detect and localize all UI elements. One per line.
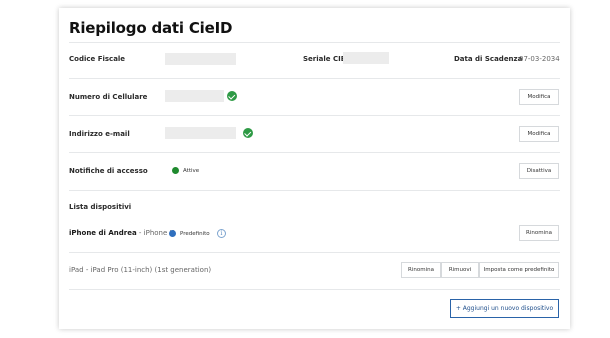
divider	[69, 78, 560, 79]
status-dot	[169, 230, 176, 237]
add-device-button[interactable]: + Aggiungi un nuovo dispositivo	[450, 299, 559, 318]
expiry-value: 07-03-2034	[519, 55, 560, 63]
divider	[69, 252, 560, 253]
email-value-redacted	[165, 127, 236, 139]
set-default-ipad-button[interactable]: Imposta come predefinito	[479, 262, 559, 278]
device-name-ipad: iPad - iPad Pro (11-inch) (1st generatio…	[69, 266, 211, 274]
expiry-label: Data di Scadenza	[454, 55, 523, 63]
rename-iphone-button[interactable]: Rinomina	[519, 225, 559, 241]
rename-ipad-button[interactable]: Rinomina	[401, 262, 441, 278]
serial-value-redacted	[343, 52, 389, 64]
divider	[69, 289, 560, 290]
device-name: iPhone di Andrea	[69, 229, 137, 237]
phone-value-redacted	[165, 90, 224, 102]
divider	[69, 42, 560, 43]
email-label: Indirizzo e-mail	[69, 130, 130, 138]
divider	[69, 152, 560, 153]
divider	[69, 190, 560, 191]
check-circle-icon	[243, 128, 253, 138]
device-separator: -	[83, 266, 91, 274]
fiscal-code-label: Codice Fiscale	[69, 55, 126, 63]
divider	[69, 115, 560, 116]
default-device-badge: Predefinito	[180, 231, 210, 237]
modify-phone-button[interactable]: Modifica	[519, 89, 559, 105]
device-name: iPad	[69, 266, 84, 274]
summary-card: Riepilogo dati CieID Codice Fiscale Seri…	[59, 8, 570, 329]
serial-label: Seriale CIE	[303, 55, 346, 63]
device-separator: -	[136, 229, 144, 237]
remove-ipad-button[interactable]: Rimuovi	[441, 262, 479, 278]
check-circle-icon	[227, 91, 237, 101]
page-title: Riepilogo dati CieID	[69, 19, 233, 37]
modify-email-button[interactable]: Modifica	[519, 126, 559, 142]
disable-notifications-button[interactable]: Disattiva	[519, 163, 559, 179]
fiscal-code-value-redacted	[165, 53, 236, 65]
status-dot	[172, 167, 179, 174]
notifications-label: Notifiche di accesso	[69, 167, 148, 175]
info-icon[interactable]: i	[217, 229, 226, 238]
device-name-iphone: iPhone di Andrea - iPhone X	[69, 229, 174, 237]
notifications-status: Attive	[183, 168, 200, 174]
device-model: iPad Pro (11-inch) (1st generation)	[90, 266, 212, 274]
phone-label: Numero di Cellulare	[69, 93, 148, 101]
devices-section-label: Lista dispositivi	[69, 203, 132, 211]
